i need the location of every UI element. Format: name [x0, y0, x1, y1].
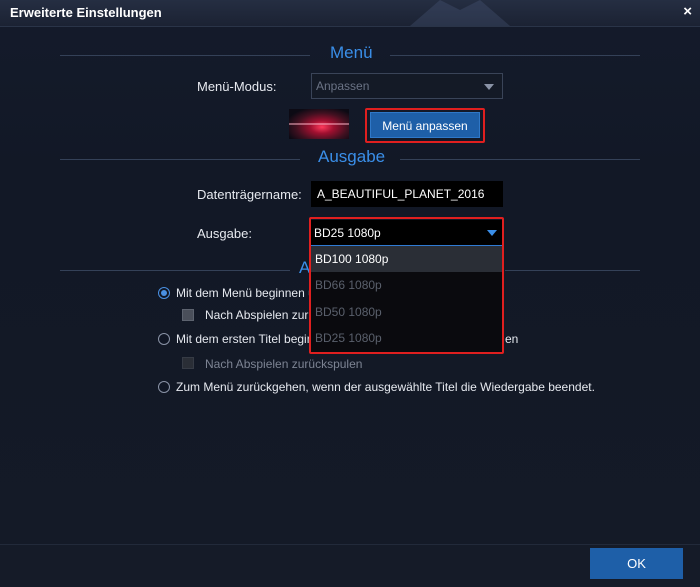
menu-section-title: Menü	[330, 43, 373, 62]
menu-mode-value: Anpassen	[316, 79, 370, 93]
title-bar: Erweiterte Einstellungen ×	[0, 0, 700, 27]
divider	[60, 159, 300, 160]
chevron-down-icon	[487, 230, 497, 236]
menu-section-header: Menü	[0, 43, 700, 67]
radio-start-with-menu[interactable]	[158, 287, 170, 299]
dropdown-option-bd100[interactable]: BD100 1080p	[311, 246, 503, 272]
output-section-title: Ausgabe	[318, 147, 386, 166]
menu-mode-label: Menü-Modus:	[197, 79, 277, 94]
output-dropdown-list: BD100 1080p BD66 1080p BD50 1080p BD25 1…	[311, 246, 503, 352]
output-section-header: Ausgabe	[0, 147, 700, 171]
divider	[60, 270, 290, 271]
rewind-after-play-label-disabled: Nach Abspielen zurückspulen	[205, 357, 363, 371]
rewind-after-play-label: Nach Abspielen zurü	[205, 308, 316, 322]
start-with-menu-label: Mit dem Menü beginnen u	[176, 286, 315, 300]
chevron-down-icon	[484, 84, 494, 90]
disc-name-label: Datenträgername:	[197, 187, 302, 202]
close-icon[interactable]: ×	[683, 3, 692, 20]
dialog-title: Erweiterte Einstellungen	[10, 5, 162, 20]
return-to-menu-label: Zum Menü zurückgehen, wenn der ausgewähl…	[176, 380, 595, 394]
ok-button[interactable]: OK	[590, 548, 683, 579]
divider	[390, 55, 640, 56]
customize-menu-button[interactable]: Menü anpassen	[370, 112, 480, 138]
dropdown-option-bd66[interactable]: BD66 1080p	[311, 272, 503, 298]
output-value: BD25 1080p	[314, 226, 381, 240]
start-with-first-title-label-tail: en	[505, 332, 519, 346]
decorative-logo-icon	[410, 0, 510, 26]
playback-section-title: A	[299, 258, 311, 277]
rewind-after-play-checkbox-disabled	[182, 357, 194, 369]
output-label: Ausgabe:	[197, 226, 252, 241]
rewind-after-play-checkbox[interactable]	[182, 309, 194, 321]
disc-name-field[interactable]: A_BEAUTIFUL_PLANET_2016	[311, 181, 503, 207]
menu-mode-dropdown[interactable]: Anpassen	[311, 73, 503, 99]
divider	[60, 55, 310, 56]
menu-preview-thumbnail	[289, 109, 349, 139]
disc-name-value: A_BEAUTIFUL_PLANET_2016	[317, 187, 485, 201]
divider	[505, 270, 640, 271]
output-dropdown[interactable]: BD25 1080p	[311, 220, 503, 246]
divider	[400, 159, 640, 160]
start-with-first-title-label: Mit dem ersten Titel beginn	[176, 332, 321, 346]
dropdown-option-bd50[interactable]: BD50 1080p	[311, 299, 503, 325]
radio-return-to-menu[interactable]	[158, 381, 170, 393]
radio-start-with-first-title[interactable]	[158, 333, 170, 345]
dropdown-option-bd25[interactable]: BD25 1080p	[311, 325, 503, 351]
advanced-settings-dialog: Erweiterte Einstellungen × Menü Menü-Mod…	[0, 0, 700, 587]
